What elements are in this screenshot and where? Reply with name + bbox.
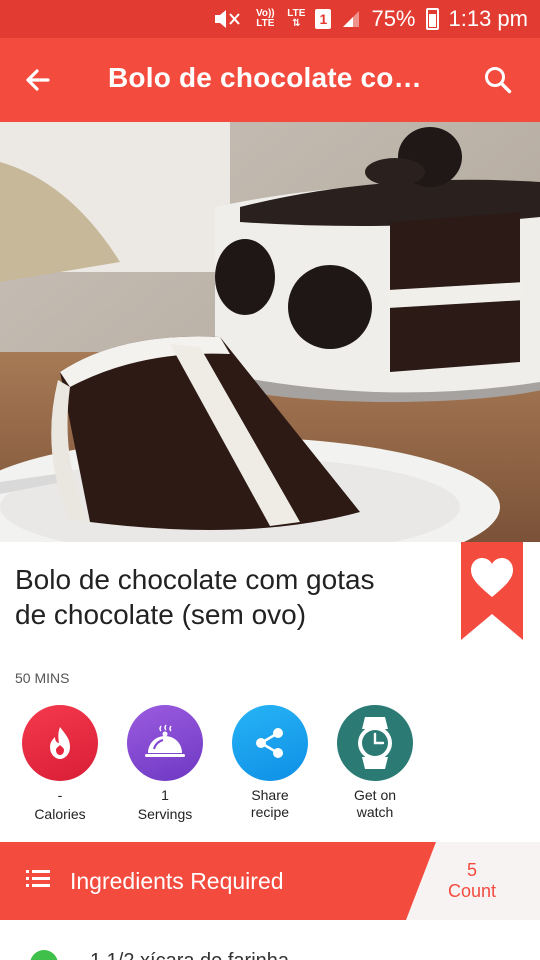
flame-icon bbox=[22, 705, 98, 781]
recipe-actions: - Calories 1 Servings Share recipe Get o… bbox=[0, 705, 540, 825]
ingredients-count: 5 Count bbox=[430, 860, 514, 902]
calories-label: Calories bbox=[34, 806, 86, 822]
serving-cloche-icon bbox=[127, 705, 203, 781]
share-line2: recipe bbox=[250, 804, 290, 820]
app-bar: Bolo de chocolate com gotas de chocolate… bbox=[0, 38, 540, 122]
clock-time: 1:13 pm bbox=[448, 6, 529, 31]
servings-label: Servings bbox=[137, 806, 193, 822]
calories-value: - bbox=[57, 787, 63, 803]
list-icon bbox=[26, 868, 50, 890]
ingredient-item-text: 1 1/2 xícara de farinha bbox=[90, 950, 289, 960]
recipe-photo bbox=[0, 122, 540, 542]
servings-value: 1 bbox=[161, 787, 169, 803]
battery-percent: 75% bbox=[371, 6, 416, 31]
search-icon[interactable] bbox=[476, 58, 520, 102]
ingredients-header[interactable]: Ingredients Required 5 Count bbox=[0, 842, 540, 920]
share-recipe-button[interactable]: Share recipe bbox=[225, 705, 315, 821]
ingredients-title: Ingredients Required bbox=[70, 868, 284, 894]
servings-button[interactable]: 1 Servings bbox=[120, 705, 210, 823]
calories-button[interactable]: - Calories bbox=[15, 705, 105, 823]
battery-icon bbox=[425, 8, 439, 30]
ingredients-count-value: 5 bbox=[466, 860, 477, 880]
status-bar: Vo)) LTE LTE ⇅ 1 75% 1:13 pm bbox=[0, 0, 540, 38]
mute-icon bbox=[213, 8, 243, 30]
recipe-title: Bolo de chocolate com gotas de chocolate… bbox=[15, 564, 375, 630]
ingredient-check-icon bbox=[30, 950, 58, 960]
favorite-bookmark-button[interactable] bbox=[461, 542, 523, 640]
signal-icon bbox=[341, 9, 361, 29]
share-icon bbox=[232, 705, 308, 781]
share-line1: Share bbox=[251, 787, 289, 803]
watch-line2: watch bbox=[356, 804, 394, 820]
watch-line1: Get on bbox=[353, 787, 397, 803]
lte-icon: LTE ⇅ bbox=[287, 9, 305, 29]
volte-icon: Vo)) LTE bbox=[255, 8, 275, 29]
data-arrows-icon: ⇅ bbox=[292, 18, 301, 29]
arrow-left-icon[interactable] bbox=[18, 58, 62, 102]
status-icons: Vo)) LTE LTE ⇅ 1 75% 1:13 pm bbox=[213, 0, 528, 38]
watch-button[interactable]: Get on watch bbox=[330, 705, 420, 821]
app-bar-title: Bolo de chocolate com gotas de chocolate… bbox=[108, 62, 438, 93]
ingredients-count-label: Count bbox=[447, 881, 497, 901]
sim-slot-badge: 1 bbox=[315, 9, 332, 29]
watch-icon bbox=[337, 705, 413, 781]
recipe-time: 50 MINS bbox=[15, 670, 70, 686]
